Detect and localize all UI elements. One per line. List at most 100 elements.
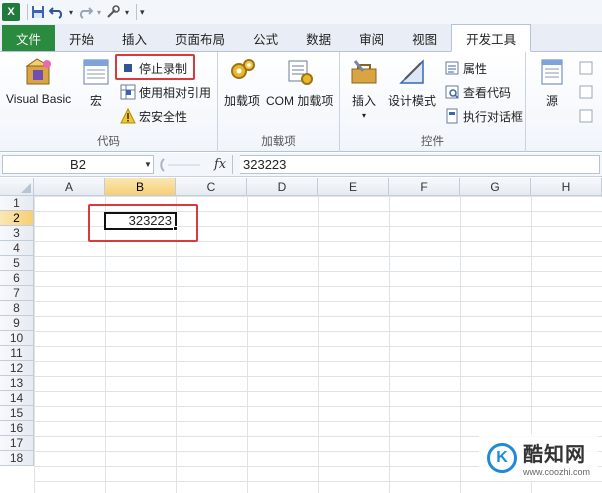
select-all-corner[interactable] [0,178,34,196]
formula-input[interactable]: 323223 [240,155,600,174]
tab-home[interactable]: 开始 [55,25,108,51]
row-header-4[interactable]: 4 [0,241,34,256]
active-cell-b2[interactable]: 323223 [104,212,177,230]
tab-page-layout[interactable]: 页面布局 [161,25,239,51]
save-icon[interactable] [31,2,45,22]
tab-file[interactable]: 文件 [2,25,56,51]
row-header-16[interactable]: 16 [0,421,34,436]
row-header-15[interactable]: 15 [0,406,34,421]
toolbar-divider [27,4,28,20]
row-header-13[interactable]: 13 [0,376,34,391]
formula-bar-splitter[interactable] [160,157,204,173]
view-code-label: 查看代码 [463,85,512,100]
xml-map-icon [578,60,594,76]
xml-refresh-icon [578,108,594,124]
relative-references-button[interactable]: 使用相对引用 [120,82,211,102]
fill-handle[interactable] [173,226,178,231]
xml-small-button[interactable] [578,82,597,102]
com-addins-icon [284,56,316,88]
column-header-a[interactable]: A [34,178,105,196]
column-header-f[interactable]: F [389,178,460,196]
source-button[interactable]: 源 [536,56,568,109]
column-header-d[interactable]: D [247,178,318,196]
row-header-7[interactable]: 7 [0,286,34,301]
customize-dropdown-icon[interactable]: ▾ [125,2,129,22]
row-header-10[interactable]: 10 [0,331,34,346]
properties-button[interactable]: 属性 [444,58,487,78]
row-header-17[interactable]: 17 [0,436,34,451]
row-header-5[interactable]: 5 [0,256,34,271]
tab-view[interactable]: 视图 [398,25,451,51]
macro-security-button[interactable]: 宏安全性 [120,106,187,126]
com-addins-button[interactable]: COM 加载项 [266,56,333,109]
addins-group: 加载项 COM 加载项 加载项 [218,52,340,152]
worksheet-grid[interactable]: A B C D E F G H 1 2 3 4 5 6 7 8 9 10 11 12 13 14 15 16 1… [0,178,602,493]
toolbox-icon [348,56,380,88]
quick-access-toolbar: X ▾ ▾ ▾ ▾ [0,0,602,24]
insert-function-button[interactable]: fx [214,157,226,172]
tab-insert[interactable]: 插入 [108,25,161,51]
name-box[interactable]: B2 [2,155,154,174]
xml-expand-icon [578,84,594,100]
customize-icon[interactable] [105,2,121,22]
source-label: 源 [545,94,558,108]
name-box-dropdown-icon[interactable]: ▼ [144,160,152,169]
tab-data[interactable]: 数据 [292,25,345,51]
column-header-g[interactable]: G [460,178,531,196]
watermark-url: www.coozhi.com [522,467,590,477]
qat-menu-icon[interactable]: ▾ [140,2,145,22]
ribbon-tabs: 文件 开始 插入 页面布局 公式 数据 审阅 视图 开发工具 [0,24,602,52]
code-group-label: 代码 [97,136,120,148]
insert-control-button[interactable]: 插入 ▾ [348,56,380,120]
xml-small-button[interactable] [578,106,597,126]
addins-button[interactable]: 加载项 [224,56,260,109]
row-header-18[interactable]: 18 [0,451,34,466]
insert-dropdown-icon: ▾ [361,111,366,120]
redo-icon[interactable] [77,2,94,22]
row-header-2[interactable]: 2 [0,211,34,226]
formula-bar: B2 ▼ fx 323223 [0,153,602,177]
run-dialog-button[interactable]: 执行对话框 [444,106,523,126]
tab-developer[interactable]: 开发工具 [451,24,532,52]
visual-basic-button[interactable]: Visual Basic [6,56,71,106]
macros-icon [80,56,112,88]
row-header-8[interactable]: 8 [0,301,34,316]
relative-references-icon [120,84,136,100]
row-header-6[interactable]: 6 [0,271,34,286]
code-group: Visual Basic 宏 停止录制 使用相对引用 宏安全性 代码 [0,52,218,152]
column-header-b[interactable]: B [105,178,176,196]
excel-logo-icon[interactable]: X [2,3,20,21]
undo-dropdown-icon[interactable]: ▾ [69,2,73,22]
run-dialog-label: 执行对话框 [463,109,524,124]
properties-label: 属性 [463,61,488,76]
redo-dropdown-icon[interactable]: ▾ [97,2,101,22]
controls-group: 插入 ▾ 设计模式 属性 查看代码 执行对话框 控件 [340,52,526,152]
row-header-11[interactable]: 11 [0,346,34,361]
view-code-button[interactable]: 查看代码 [444,82,511,102]
com-addins-label: COM 加载项 [266,94,334,108]
row-header-1[interactable]: 1 [0,196,34,211]
controls-group-label: 控件 [421,136,444,148]
run-dialog-icon [444,108,460,124]
ribbon-panel: Visual Basic 宏 停止录制 使用相对引用 宏安全性 代码 加载项 C… [0,52,602,152]
undo-icon[interactable] [49,2,65,22]
tab-formulas[interactable]: 公式 [239,25,292,51]
stop-recording-highlight [115,54,195,80]
column-header-c[interactable]: C [176,178,247,196]
row-header-12[interactable]: 12 [0,361,34,376]
column-header-e[interactable]: E [318,178,389,196]
design-mode-button[interactable]: 设计模式 [388,56,436,109]
row-header-14[interactable]: 14 [0,391,34,406]
column-header-h[interactable]: H [531,178,602,196]
addins-group-label: 加载项 [261,136,296,148]
tab-review[interactable]: 审阅 [345,25,398,51]
xml-group: 源 [526,52,602,152]
xml-small-button[interactable] [578,58,597,78]
insert-control-label: 插入 [351,94,376,108]
row-header-3[interactable]: 3 [0,226,34,241]
source-icon [536,56,568,88]
addins-label: 加载项 [224,94,261,108]
gear-icon [226,56,258,88]
macros-button[interactable]: 宏 [80,56,112,109]
row-header-9[interactable]: 9 [0,316,34,331]
